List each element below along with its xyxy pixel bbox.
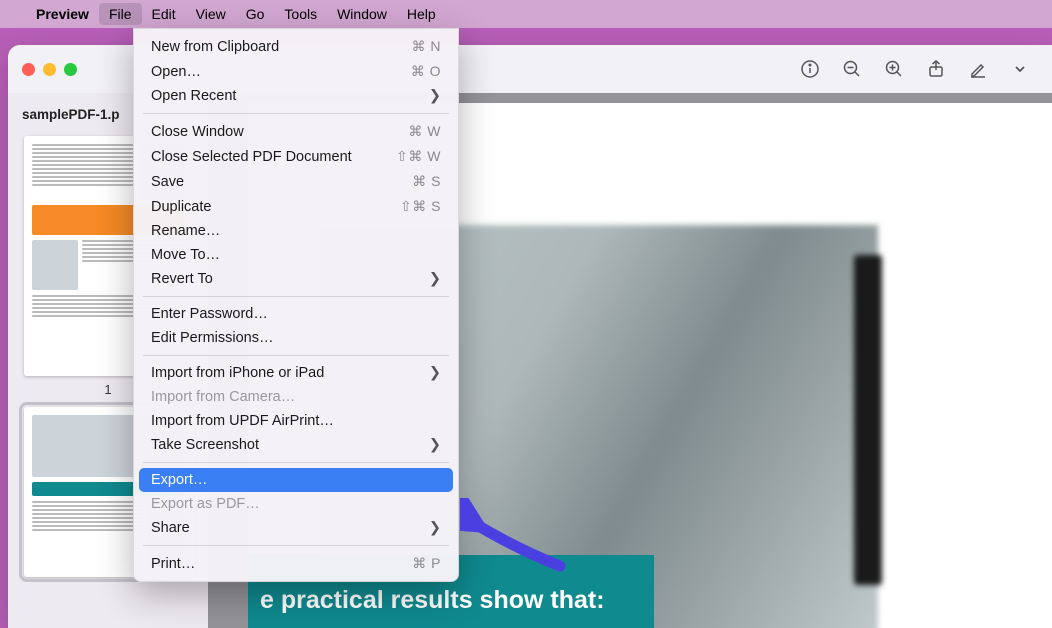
menu-item-label: Take Screenshot — [151, 437, 429, 453]
menu-item-label: Import from iPhone or iPad — [151, 365, 429, 381]
menu-item-label: Export… — [151, 472, 441, 488]
markup-icon[interactable] — [960, 54, 996, 84]
menu-item-label: Open… — [151, 64, 411, 80]
menu-item-share[interactable]: Share❯ — [139, 516, 453, 540]
menu-item-label: Print… — [151, 556, 412, 572]
menu-item-export[interactable]: Export… — [139, 468, 453, 492]
menu-item-rename[interactable]: Rename… — [139, 219, 453, 243]
menu-view[interactable]: View — [186, 3, 236, 25]
menu-item-print[interactable]: Print…⌘ P — [139, 551, 453, 576]
menu-item-close-window[interactable]: Close Window⌘ W — [139, 119, 453, 144]
menu-item-close-selected-pdf-document[interactable]: Close Selected PDF Document⇧⌘ W — [139, 144, 453, 169]
document-text: e practical results show that: — [260, 586, 605, 615]
menu-shortcut: ⌘ O — [411, 63, 441, 80]
menu-file[interactable]: File — [99, 3, 142, 25]
info-icon[interactable] — [792, 54, 828, 84]
menu-item-revert-to[interactable]: Revert To❯ — [139, 267, 453, 291]
menu-item-label: Share — [151, 520, 429, 536]
menu-item-duplicate[interactable]: Duplicate⇧⌘ S — [139, 194, 453, 219]
menu-item-label: Enter Password… — [151, 306, 441, 322]
menu-window[interactable]: Window — [327, 3, 397, 25]
menu-item-new-from-clipboard[interactable]: New from Clipboard⌘ N — [139, 34, 453, 59]
menu-item-label: Export as PDF… — [151, 496, 441, 512]
menu-go[interactable]: Go — [236, 3, 275, 25]
menu-separator — [143, 355, 449, 356]
menu-item-move-to[interactable]: Move To… — [139, 243, 453, 267]
menu-separator — [143, 545, 449, 546]
menu-item-label: Save — [151, 174, 412, 190]
menu-item-label: Import from UPDF AirPrint… — [151, 413, 441, 429]
menu-item-label: Import from Camera… — [151, 389, 441, 405]
menu-item-import-from-camera: Import from Camera… — [139, 385, 453, 409]
share-icon[interactable] — [918, 54, 954, 84]
menu-shortcut: ⌘ S — [412, 173, 441, 190]
menu-edit[interactable]: Edit — [142, 3, 186, 25]
menu-item-import-from-iphone-or-ipad[interactable]: Import from iPhone or iPad❯ — [139, 361, 453, 385]
chevron-right-icon: ❯ — [429, 271, 441, 287]
menu-help[interactable]: Help — [397, 3, 446, 25]
fullscreen-window-button[interactable] — [64, 63, 77, 76]
menu-item-open[interactable]: Open…⌘ O — [139, 59, 453, 84]
menu-tools[interactable]: Tools — [274, 3, 327, 25]
menu-item-label: Rename… — [151, 223, 441, 239]
menu-shortcut: ⌘ N — [412, 38, 442, 55]
zoom-out-icon[interactable] — [834, 54, 870, 84]
menu-item-label: Close Window — [151, 124, 408, 140]
menu-separator — [143, 113, 449, 114]
menu-separator — [143, 462, 449, 463]
menu-item-save[interactable]: Save⌘ S — [139, 169, 453, 194]
menu-item-label: Revert To — [151, 271, 429, 287]
menu-item-label: Duplicate — [151, 199, 400, 215]
menu-item-label: Close Selected PDF Document — [151, 149, 396, 165]
file-dropdown-menu: New from Clipboard⌘ NOpen…⌘ OOpen Recent… — [133, 28, 459, 582]
menu-item-edit-permissions[interactable]: Edit Permissions… — [139, 326, 453, 350]
system-menubar: Preview File Edit View Go Tools Window H… — [0, 0, 1052, 28]
menu-item-label: New from Clipboard — [151, 39, 412, 55]
menu-shortcut: ⌘ W — [408, 123, 441, 140]
chevron-right-icon: ❯ — [429, 88, 441, 104]
minimize-window-button[interactable] — [43, 63, 56, 76]
zoom-in-icon[interactable] — [876, 54, 912, 84]
menu-item-label: Open Recent — [151, 88, 429, 104]
chevron-right-icon: ❯ — [429, 437, 441, 453]
close-window-button[interactable] — [22, 63, 35, 76]
app-name[interactable]: Preview — [26, 3, 99, 25]
menu-item-export-as-pdf: Export as PDF… — [139, 492, 453, 516]
menu-item-open-recent[interactable]: Open Recent❯ — [139, 84, 453, 108]
menu-item-label: Edit Permissions… — [151, 330, 441, 346]
menu-item-take-screenshot[interactable]: Take Screenshot❯ — [139, 433, 453, 457]
menu-shortcut: ⌘ P — [412, 555, 441, 572]
menu-item-label: Move To… — [151, 247, 441, 263]
traffic-lights — [22, 63, 77, 76]
menu-separator — [143, 296, 449, 297]
menu-shortcut: ⇧⌘ S — [400, 198, 441, 215]
menu-item-enter-password[interactable]: Enter Password… — [139, 302, 453, 326]
menu-item-import-from-updf-airprint[interactable]: Import from UPDF AirPrint… — [139, 409, 453, 433]
more-chevron-icon[interactable] — [1002, 54, 1038, 84]
chevron-right-icon: ❯ — [429, 365, 441, 381]
chevron-right-icon: ❯ — [429, 520, 441, 536]
menu-shortcut: ⇧⌘ W — [396, 148, 441, 165]
